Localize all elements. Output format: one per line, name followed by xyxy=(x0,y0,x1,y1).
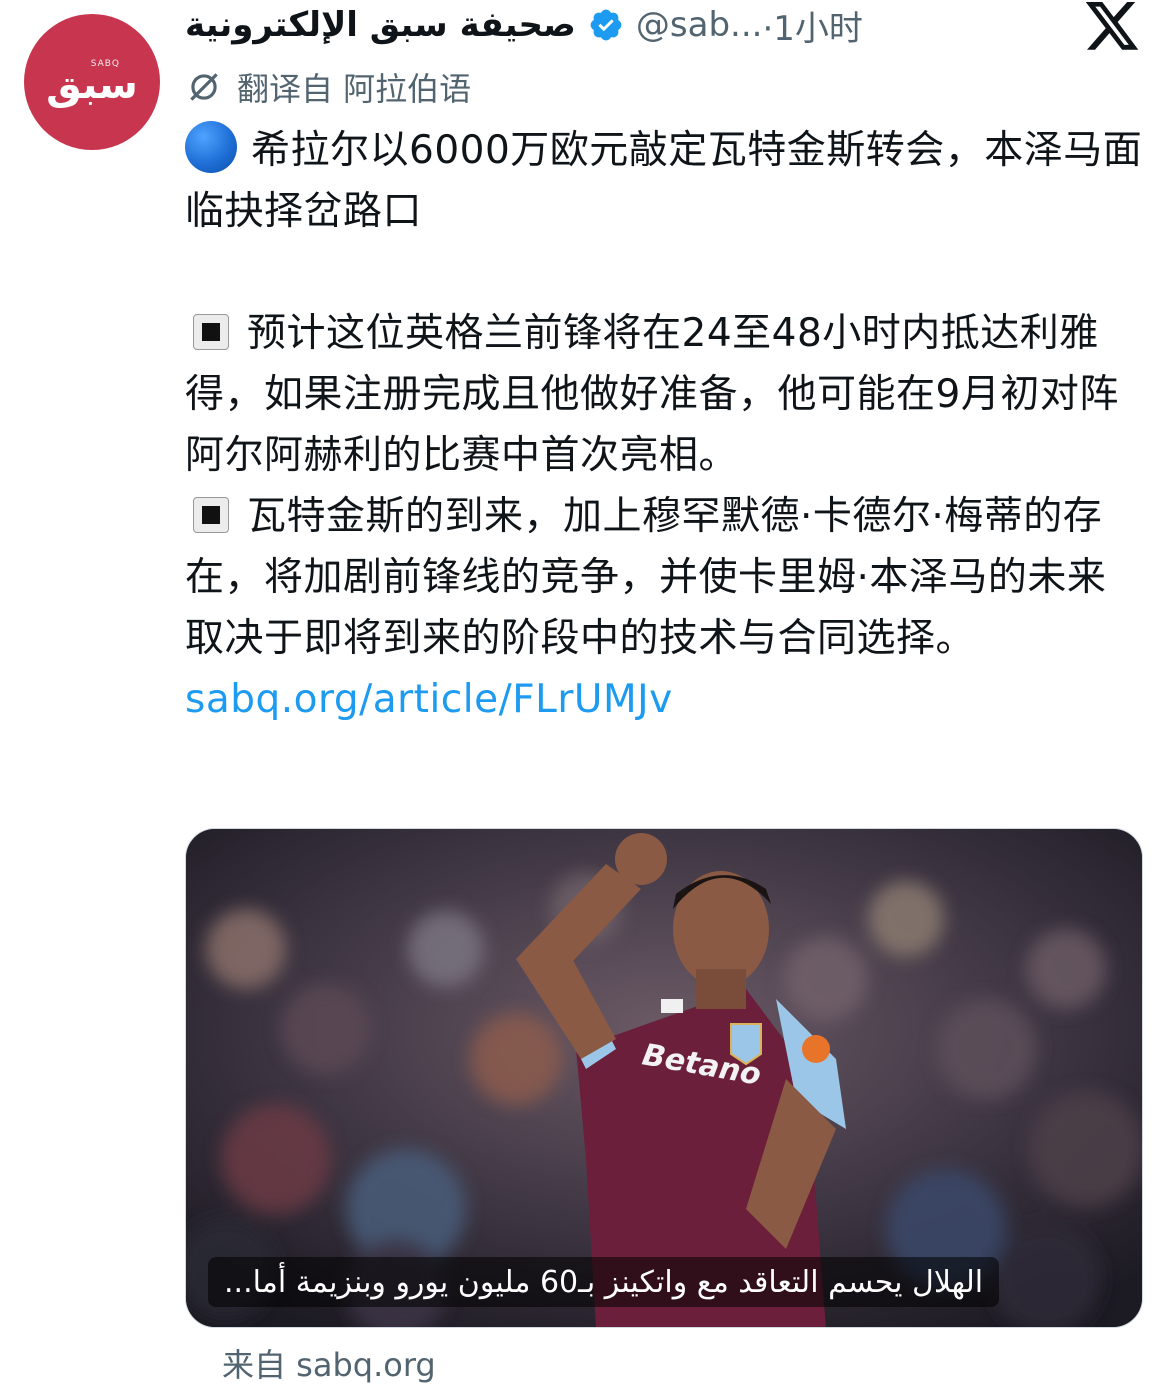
article-link[interactable]: sabq.org/article/FLrUMJv xyxy=(185,677,673,722)
author-display-name[interactable]: صحيفة سبق الإلكترونية xyxy=(185,5,576,45)
paragraph-2-text: 瓦特金斯的到来，加上穆罕默德·卡德尔·梅蒂的存在，将加剧前锋线的竞争，并使卡里姆… xyxy=(185,494,1107,661)
black-square-emoji-icon xyxy=(193,497,229,533)
author-handle[interactable]: @sab... xyxy=(636,5,763,45)
black-square-emoji-icon xyxy=(193,314,229,350)
link-card-image[interactable]: Betano الهلال يحسم التعاقد مع واتكينز بـ… xyxy=(185,828,1143,1328)
avatar-logo-small: SABQ xyxy=(90,59,120,69)
tweet-paragraph-2: 瓦特金斯的到来，加上穆罕默德·卡德尔·梅蒂的存在，将加剧前锋线的竞争，并使卡里姆… xyxy=(185,486,1145,669)
verified-badge-icon xyxy=(590,9,622,41)
card-caption-text: الهلال يحسم التعاقد مع واتكينز بـ60 مليو… xyxy=(224,1264,984,1300)
translate-icon xyxy=(190,73,218,101)
tweet-body: 希拉尔以6000万欧元敲定瓦特金斯转会，本泽马面临抉择岔路口 预计这位英格兰前锋… xyxy=(185,120,1145,730)
headline-text: 希拉尔以6000万欧元敲定瓦特金斯转会，本泽马面临抉择岔路口 xyxy=(185,128,1143,234)
tweet-header: صحيفة سبق الإلكترونية @sab... ·1小时 xyxy=(185,0,985,50)
tweet-paragraph-headline: 希拉尔以6000万欧元敲定瓦特金斯转会，本泽马面临抉择岔路口 xyxy=(185,120,1145,242)
card-source-label[interactable]: 来自 sabq.org xyxy=(222,1340,436,1386)
avatar-logo-main: سبق xyxy=(46,62,138,108)
tweet-paragraph-1: 预计这位英格兰前锋将在24至48小时内抵达利雅得，如果注册完成且他做好准备，他可… xyxy=(185,303,1145,486)
author-avatar[interactable]: SABQ سبق xyxy=(24,14,160,150)
card-caption: الهلال يحسم التعاقد مع واتكينز بـ60 مليو… xyxy=(208,1257,1000,1307)
translated-from-row[interactable]: 翻译自 阿拉伯语 xyxy=(185,62,471,112)
footballer-celebrating-photo: Betano xyxy=(186,829,1142,1327)
blue-circle-emoji-icon xyxy=(185,121,237,173)
tweet-time[interactable]: ·1小时 xyxy=(762,1,862,50)
translated-label: 翻译自 阿拉伯语 xyxy=(237,70,472,108)
paragraph-1-text: 预计这位英格兰前锋将在24至48小时内抵达利雅得，如果注册完成且他做好准备，他可… xyxy=(185,311,1119,478)
x-logo-icon[interactable] xyxy=(1085,2,1141,52)
